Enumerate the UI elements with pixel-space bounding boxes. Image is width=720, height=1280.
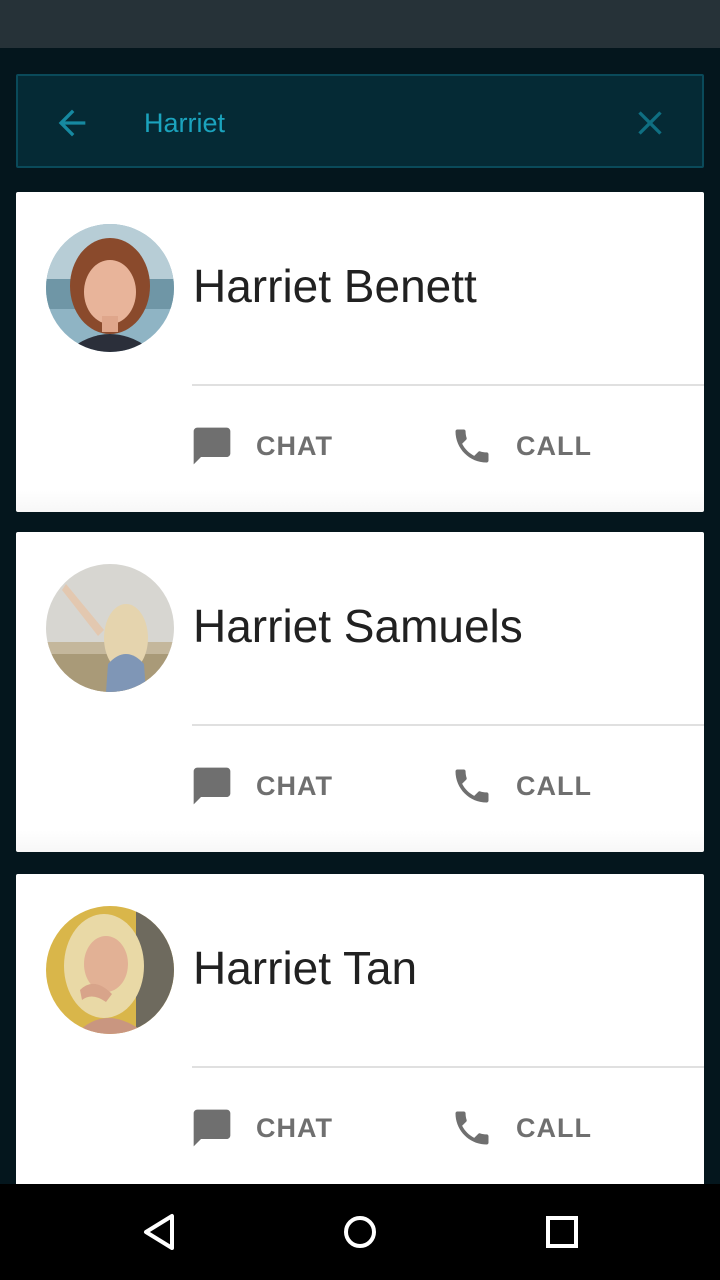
back-arrow-icon[interactable] [52,103,92,143]
contact-name: Harriet Tan [193,942,418,994]
system-navigation-bar [0,1184,720,1280]
chat-label: CHAT [256,430,333,461]
search-bar: Harriet [16,74,704,168]
phone-icon [455,429,489,463]
divider [192,1066,704,1068]
avatar [46,224,174,352]
chat-label: CHAT [256,1112,333,1143]
chat-bubble-icon [193,427,231,465]
divider [192,384,704,386]
search-results-screen: Harriet Harriet Benett CHAT CALL Harriet… [0,48,720,1184]
contact-card[interactable]: Harriet Samuels CHAT CALL [16,532,704,852]
divider [192,724,704,726]
square-recents-icon[interactable] [538,1208,586,1256]
search-input[interactable]: Harriet [144,76,584,170]
circle-home-icon[interactable] [336,1208,384,1256]
chat-button[interactable]: CHAT [190,416,333,476]
call-button[interactable]: CALL [450,1098,592,1158]
phone-icon [455,1111,489,1145]
contact-name: Harriet Samuels [193,600,523,652]
chat-bubble-icon [193,1109,231,1147]
call-label: CALL [516,770,592,801]
close-icon[interactable] [630,103,670,143]
chat-button[interactable]: CHAT [190,1098,333,1158]
chat-label: CHAT [256,770,333,801]
status-bar [0,0,720,48]
phone-icon [455,769,489,803]
call-button[interactable]: CALL [450,416,592,476]
chat-bubble-icon [193,767,231,805]
avatar [46,564,174,692]
call-label: CALL [516,1112,592,1143]
avatar [46,906,174,1034]
contact-card[interactable]: Harriet Benett CHAT CALL [16,192,704,512]
contact-card[interactable]: Harriet Tan CHAT CALL [16,874,704,1184]
chat-button[interactable]: CHAT [190,756,333,816]
call-label: CALL [516,430,592,461]
call-button[interactable]: CALL [450,756,592,816]
contact-name: Harriet Benett [193,260,477,312]
triangle-back-icon[interactable] [136,1208,184,1256]
